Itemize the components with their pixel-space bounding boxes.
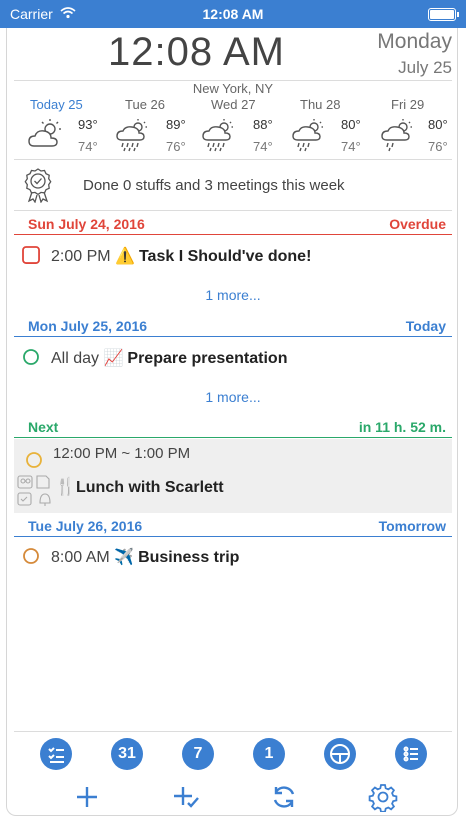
task-title: Prepare presentation: [127, 350, 288, 367]
section-header-today: Mon July 25, 2016 Today: [14, 315, 452, 337]
section-status: Tomorrow: [378, 518, 446, 534]
task-item[interactable]: 2:00 PM ⚠️ Task I Should've done!: [14, 240, 452, 272]
task-time: All day: [51, 350, 100, 367]
rain-icon: [116, 119, 147, 152]
checkbox-icon[interactable]: [25, 451, 43, 469]
section-date: Sun July 24, 2016: [28, 216, 145, 232]
checkbox-icon[interactable]: [22, 348, 40, 366]
section-divider: [14, 436, 452, 438]
section-divider: [14, 335, 452, 337]
section-countdown: in 11 h. 52 m.: [358, 419, 446, 435]
checklist-button[interactable]: [40, 738, 72, 770]
settings-gear-icon[interactable]: [368, 782, 398, 812]
section-header-tomorrow: Tue July 26, 2016 Tomorrow: [14, 515, 452, 537]
next-event-card[interactable]: 12:00 PM ~ 1:00 PM 🍴 Lunch with Scarlett: [14, 439, 452, 513]
weather-high: 89°: [166, 117, 186, 132]
weather-low: 74°: [341, 139, 361, 154]
status-time: 12:08 AM: [202, 6, 264, 22]
list-view-button[interactable]: [395, 738, 427, 770]
section-date: Tue July 26, 2016: [28, 518, 143, 534]
award-ribbon-icon: [24, 168, 52, 203]
weather-low: 76°: [166, 139, 186, 154]
checkbox-icon[interactable]: [22, 547, 40, 565]
section-label: Next: [28, 419, 59, 435]
weather-high: 88°: [253, 117, 273, 132]
weather-low: 74°: [253, 139, 273, 154]
rain-icon: [292, 119, 323, 152]
battery-icon: [428, 8, 459, 21]
divider: [14, 210, 452, 211]
task-item[interactable]: 8:00 AM ✈️ Business trip: [14, 541, 452, 573]
fork-knife-icon: 🍴: [55, 477, 77, 496]
airplane-icon: ✈️: [114, 549, 135, 566]
checklist-icon: [48, 747, 64, 763]
clock-display: 12:08 AM: [108, 30, 286, 74]
section-header-overdue: Sun July 24, 2016 Overdue: [14, 213, 452, 235]
week-view-button[interactable]: 7: [182, 738, 214, 770]
weekly-summary: Done 0 stuffs and 3 meetings this week: [83, 177, 345, 194]
current-date: July 25: [398, 58, 452, 77]
section-divider: [14, 535, 452, 537]
task-time: 8:00 AM: [51, 549, 110, 566]
toolbar-divider: [14, 731, 452, 732]
weather-low: 74°: [78, 139, 98, 154]
day-view-button[interactable]: 1: [253, 738, 285, 770]
weather-high: 93°: [78, 117, 98, 132]
checkbox-icon[interactable]: [22, 246, 40, 264]
section-date: Mon July 25, 2016: [28, 318, 148, 334]
section-header-next: Next in 11 h. 52 m.: [14, 416, 452, 438]
refresh-icon[interactable]: [269, 782, 299, 812]
more-link[interactable]: 1 more...: [0, 287, 466, 303]
warning-icon: ⚠️: [115, 248, 135, 265]
task-title: Task I Should've done!: [138, 248, 312, 265]
section-divider: [14, 233, 452, 235]
agenda-button[interactable]: [324, 738, 356, 770]
section-status: Overdue: [389, 216, 446, 232]
theater-icon: [330, 744, 350, 764]
weather-day: Fri 29: [391, 97, 425, 112]
add-icon[interactable]: [72, 782, 102, 812]
weather-day: Thu 28: [300, 97, 341, 112]
event-title: Lunch with Scarlett: [76, 479, 224, 496]
divider: [14, 159, 452, 160]
weather-day: Tue 26: [125, 97, 165, 112]
weather-high: 80°: [341, 117, 361, 132]
rain-icon: [202, 119, 233, 152]
rain-icon: [381, 119, 412, 152]
status-bar: Carrier 12:08 AM: [0, 0, 466, 28]
weather-day: Wed 27: [211, 97, 256, 112]
weather-low: 76°: [428, 139, 448, 154]
day-name: Monday: [377, 30, 452, 53]
event-time: 12:00 PM ~ 1:00 PM: [53, 445, 191, 462]
add-check-icon[interactable]: [171, 782, 201, 812]
weather-day: Today 25: [30, 97, 83, 112]
chart-emoji-icon: 📈: [103, 350, 124, 367]
more-link[interactable]: 1 more...: [0, 389, 466, 405]
task-item[interactable]: All day 📈 Prepare presentation: [14, 342, 452, 374]
list-icon: [403, 746, 418, 762]
partly-cloudy-icon: [28, 119, 61, 147]
task-time: 2:00 PM: [51, 248, 111, 265]
section-status: Today: [405, 318, 446, 334]
month-view-button[interactable]: 31: [111, 738, 143, 770]
task-title: Business trip: [138, 549, 240, 566]
location-label[interactable]: New York, NY: [0, 81, 466, 96]
weather-high: 80°: [428, 117, 448, 132]
event-attachments-icon: [17, 475, 51, 506]
